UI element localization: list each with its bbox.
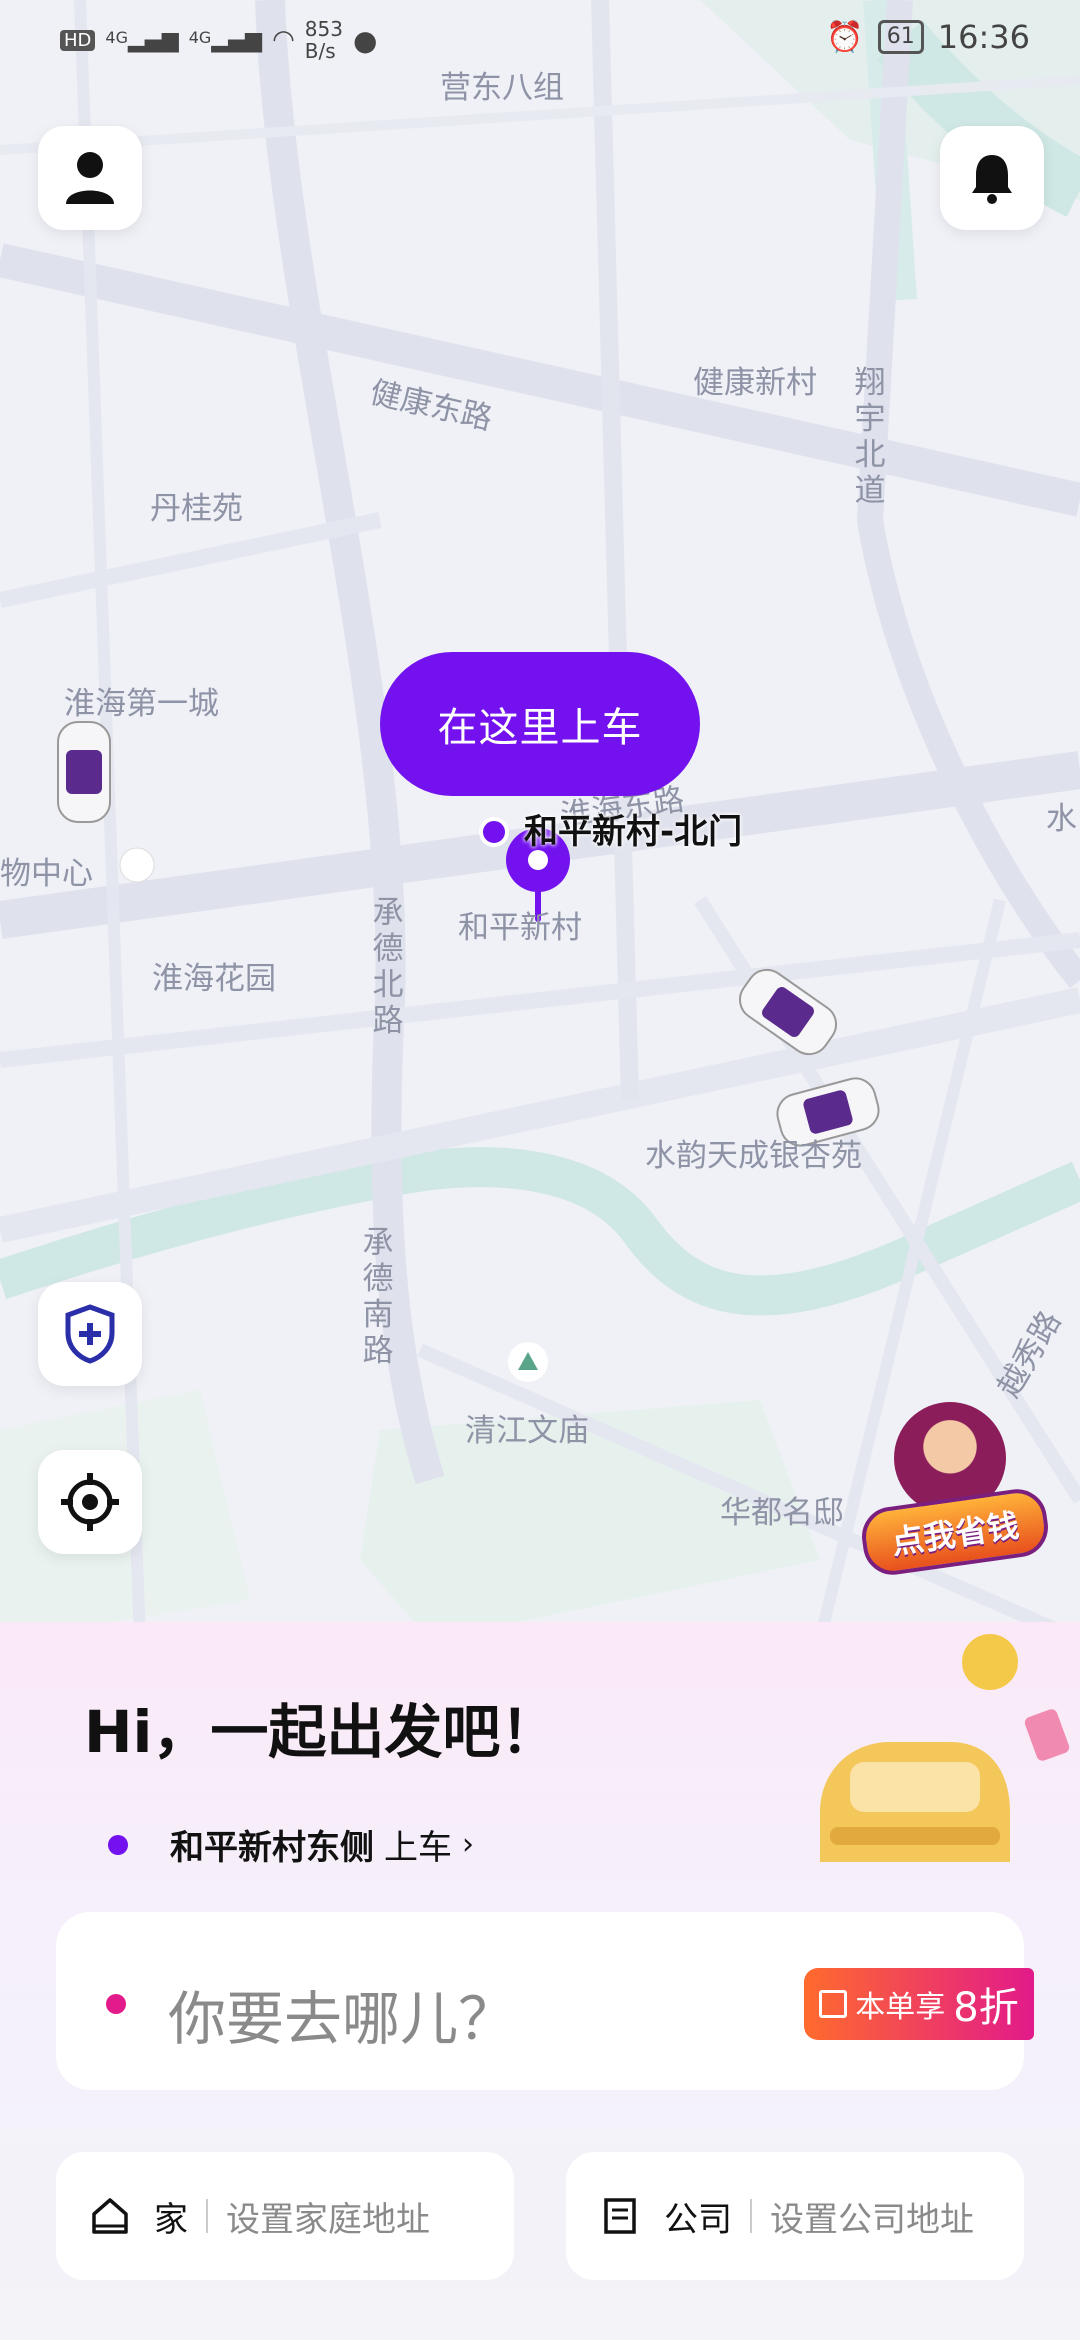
pickup-pin-center <box>528 850 548 870</box>
map-label: 承德南路 <box>362 1225 394 1369</box>
company-hint: 设置公司地址 <box>770 2199 974 2240</box>
pickup-dot <box>108 1834 128 1855</box>
pickup-point-dot <box>479 817 509 847</box>
pickup-location-row[interactable]: 和平新村东侧 上车 › <box>108 1820 474 1869</box>
hd-indicator: HD <box>60 29 96 51</box>
discount-label: 本单享 <box>855 1990 946 2025</box>
battery-indicator: 61 <box>877 20 924 54</box>
shield-plus-icon <box>65 1304 115 1364</box>
network-speed: 853 B/s <box>304 17 343 63</box>
map-label: 清江文庙 <box>465 1413 589 1449</box>
save-money-badge[interactable]: 点我省钱 <box>858 1402 1052 1579</box>
home-address-button[interactable]: 家 设置家庭地址 <box>56 2152 514 2280</box>
destination-dot <box>106 1994 126 2014</box>
pickup-location-name: 和平新村东侧 <box>170 1828 374 1868</box>
profile-icon <box>66 152 114 204</box>
greeting-title: Hi，一起出发吧！ <box>84 1698 559 1766</box>
divider <box>750 2199 752 2233</box>
map-label: 和平新村 <box>458 910 582 946</box>
map-label: 水韵天成银杏苑 <box>645 1138 862 1174</box>
pickup-here-button[interactable]: 在这里上车 <box>380 652 700 796</box>
road <box>0 243 1080 517</box>
locate-icon <box>61 1473 119 1531</box>
company-address-button[interactable]: 公司 设置公司地址 <box>566 2152 1024 2280</box>
chevron-right-icon: › <box>462 1827 474 1862</box>
shop-marker <box>119 847 155 883</box>
map-label: 淮海花园 <box>152 961 276 997</box>
locate-button[interactable] <box>38 1450 142 1554</box>
home-label: 家 <box>154 2199 188 2240</box>
wifi-icon: ◠ <box>272 25 295 55</box>
car-icon <box>57 721 111 823</box>
message-icon: ● <box>352 23 378 57</box>
pickup-pin-label: 和平新村-北门 <box>524 812 743 852</box>
status-bar: HD 4G▂▄▆ 4G▂▄▆ ◠ 853 B/s ● ⏰ 61 16:36 <box>0 0 1080 80</box>
discount-badge: 本单享 8折 <box>804 1968 1034 2040</box>
badge-ribbon: 点我省钱 <box>858 1485 1052 1579</box>
pickup-action: 上车 <box>384 1828 452 1868</box>
clock: 16:36 <box>937 18 1030 56</box>
home-hint: 设置家庭地址 <box>226 2199 430 2240</box>
map-label: 淮海第一城 <box>64 686 219 722</box>
map-label: 翔宇北道 <box>854 365 886 509</box>
briefcase-icon <box>604 2198 636 2234</box>
company-label: 公司 <box>664 2199 732 2240</box>
bell-icon <box>972 155 1012 204</box>
map-view[interactable]: 营东八组 健康东路 健康新村 翔宇北道 丹桂苑 淮海第一城 物中心 淮海花园 承… <box>0 0 1080 1640</box>
road <box>0 512 382 608</box>
destination-input[interactable]: 你要去哪儿？ <box>168 1972 516 2056</box>
signal-icon: 4G▂▄▆ <box>105 27 179 53</box>
alarm-icon: ⏰ <box>826 19 864 55</box>
map-label: 承德北路 <box>372 895 404 1039</box>
notification-button[interactable] <box>940 126 1044 230</box>
map-label: 物中心 <box>0 856 93 892</box>
road <box>591 0 639 1101</box>
home-icon <box>92 2198 128 2234</box>
divider <box>206 2199 208 2233</box>
safety-button[interactable] <box>38 1282 142 1386</box>
map-label: 华都名邸 <box>720 1495 844 1531</box>
discount-value: 8折 <box>953 1985 1019 2031</box>
profile-button[interactable] <box>38 126 142 230</box>
map-label: 健康新村 <box>693 365 817 401</box>
signal-icon: 4G▂▄▆ <box>188 27 263 53</box>
taxi-illustration <box>820 1634 1070 1862</box>
map-label: 水 <box>1046 801 1077 837</box>
map-label: 丹桂苑 <box>150 491 243 527</box>
gift-icon <box>819 1990 848 2018</box>
badge-text: 点我省钱 <box>889 1506 1022 1562</box>
